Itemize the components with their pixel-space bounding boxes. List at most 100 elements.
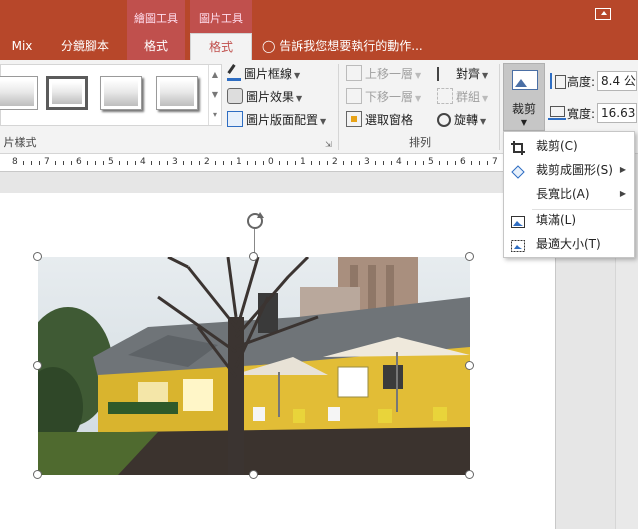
picture-border-button[interactable]: 圖片框線 ▼ — [227, 64, 300, 84]
style-thumb-4[interactable] — [156, 76, 198, 110]
ruler-tick — [151, 161, 152, 165]
ruler-number: 1 — [236, 157, 242, 167]
crop-button[interactable]: 裁剪 ▼ — [503, 63, 545, 131]
ruler-number: 6 — [76, 157, 82, 167]
style-thumb-3[interactable] — [100, 76, 142, 110]
rotate-handle-icon[interactable] — [244, 210, 266, 232]
ruler-tick — [87, 161, 88, 165]
fill-icon — [511, 213, 525, 228]
ruler-tick — [95, 161, 96, 165]
tab-mix[interactable]: Mix — [0, 33, 44, 60]
send-backward-button[interactable]: 下移一層 ▼ — [346, 87, 421, 107]
ruler-tick — [439, 161, 440, 165]
ruler-number: 1 — [300, 157, 306, 167]
ruler-tick — [255, 161, 256, 165]
resize-handle-bottom[interactable] — [249, 470, 258, 479]
ruler-number: 7 — [492, 157, 498, 167]
resize-handle-bottom-right[interactable] — [465, 470, 474, 479]
ruler-number: 0 — [268, 157, 274, 167]
ruler-tick — [71, 161, 72, 165]
group-button[interactable]: 群組 ▼ — [437, 87, 488, 107]
arrange-group-label: 排列 — [409, 136, 431, 149]
resize-handle-top-left[interactable] — [33, 252, 42, 261]
crop-button-label: 裁剪 — [511, 102, 536, 116]
gallery-up-icon[interactable]: ▲ — [209, 65, 221, 85]
menu-item-fill[interactable]: 填滿(L) — [504, 208, 634, 232]
resize-handle-top-right[interactable] — [465, 252, 474, 261]
menu-item-fit[interactable]: 最適大小(T) — [504, 232, 634, 256]
ruler-tick — [215, 161, 216, 165]
send-backward-label: 下移一層 — [365, 90, 414, 104]
ruler-number: 4 — [396, 157, 402, 167]
ruler-tick — [31, 161, 32, 165]
style-thumb-1[interactable] — [0, 76, 38, 110]
drawing-tools-label: 繪圖工具 — [134, 12, 178, 25]
ruler-tick — [487, 161, 488, 165]
ruler-tick — [223, 161, 224, 165]
picture-layout-button[interactable]: 圖片版面配置 ▼ — [227, 110, 326, 130]
align-button[interactable]: 對齊 ▼ — [437, 64, 488, 84]
dialog-launcher-icon[interactable]: ⇲ — [325, 140, 332, 149]
style-thumb-2[interactable] — [46, 76, 88, 110]
submenu-arrow-icon: ▶ — [619, 165, 626, 174]
ruler-number: 6 — [460, 157, 466, 167]
gallery-scrollbar[interactable]: ▲ ▼ ▾ — [208, 65, 221, 125]
lightbulb-icon: ◯ — [262, 39, 276, 53]
ruler-tick — [247, 161, 248, 165]
menu-item-crop[interactable]: 裁剪(C) — [504, 134, 634, 158]
selected-picture[interactable] — [38, 257, 470, 475]
ruler-number: 4 — [140, 157, 146, 167]
ruler-tick — [23, 161, 24, 165]
height-input[interactable]: 8.4 公 — [597, 71, 637, 91]
ruler-tick — [319, 161, 320, 165]
ruler-tick — [407, 161, 408, 165]
tab-drawing-format[interactable]: 格式 — [127, 33, 185, 60]
picture-effects-label: 圖片效果 — [246, 90, 295, 104]
ruler-tick — [127, 161, 128, 165]
layout-icon — [227, 111, 243, 127]
picture-tools-label: 圖片工具 — [199, 12, 243, 25]
height-label: 高度: — [567, 75, 596, 89]
ruler-tick — [383, 161, 384, 165]
group-separator — [338, 64, 339, 150]
ruler-number: 2 — [332, 157, 338, 167]
resize-handle-top[interactable] — [249, 252, 258, 261]
tell-me-box[interactable]: ◯ 告訴我您想要執行的動作... — [262, 33, 423, 60]
selection-pane-icon — [346, 111, 362, 127]
ruler-tick — [287, 161, 288, 165]
resize-handle-right[interactable] — [465, 361, 474, 370]
ruler-tick — [279, 161, 280, 165]
group-label: 群組 — [456, 90, 481, 104]
ruler-number: 2 — [204, 157, 210, 167]
menu-item-label: 長寬比(A) — [536, 187, 590, 201]
resize-handle-left[interactable] — [33, 361, 42, 370]
ribbon-display-options-icon[interactable] — [595, 8, 611, 20]
ruler-tick — [167, 161, 168, 165]
ruler-tick — [415, 161, 416, 165]
tab-storyboard[interactable]: 分鏡腳本 — [50, 33, 120, 60]
ruler-number: 5 — [428, 157, 434, 167]
gallery-more-icon[interactable]: ▾ — [209, 105, 221, 125]
menu-item-label: 填滿(L) — [536, 213, 577, 227]
picture-effects-button[interactable]: 圖片效果 ▼ — [227, 87, 302, 107]
menu-item-crop-to-shape[interactable]: 裁剪成圖形(S) ▶ — [504, 158, 634, 182]
ruler-tick — [391, 161, 392, 165]
crop-picture-icon — [512, 70, 538, 90]
ruler-tick — [39, 161, 40, 165]
ruler-tick — [311, 161, 312, 165]
ruler-number: 3 — [172, 157, 178, 167]
ruler-tick — [295, 161, 296, 165]
resize-handle-bottom-left[interactable] — [33, 470, 42, 479]
menu-item-aspect-ratio[interactable]: 長寬比(A) ▶ — [504, 182, 634, 206]
rotate-button[interactable]: 旋轉 ▼ — [437, 110, 486, 130]
ruler-tick — [103, 161, 104, 165]
ruler-tick — [263, 161, 264, 165]
bring-forward-button[interactable]: 上移一層 ▼ — [346, 64, 421, 84]
tab-picture-format[interactable]: 格式 — [190, 33, 252, 60]
selection-pane-button[interactable]: 選取窗格 — [346, 110, 413, 130]
house-photo — [38, 257, 470, 475]
width-input[interactable]: 16.63 — [597, 103, 637, 123]
rotate-icon — [437, 113, 451, 127]
ruler-tick — [479, 161, 480, 165]
gallery-down-icon[interactable]: ▼ — [209, 85, 221, 105]
